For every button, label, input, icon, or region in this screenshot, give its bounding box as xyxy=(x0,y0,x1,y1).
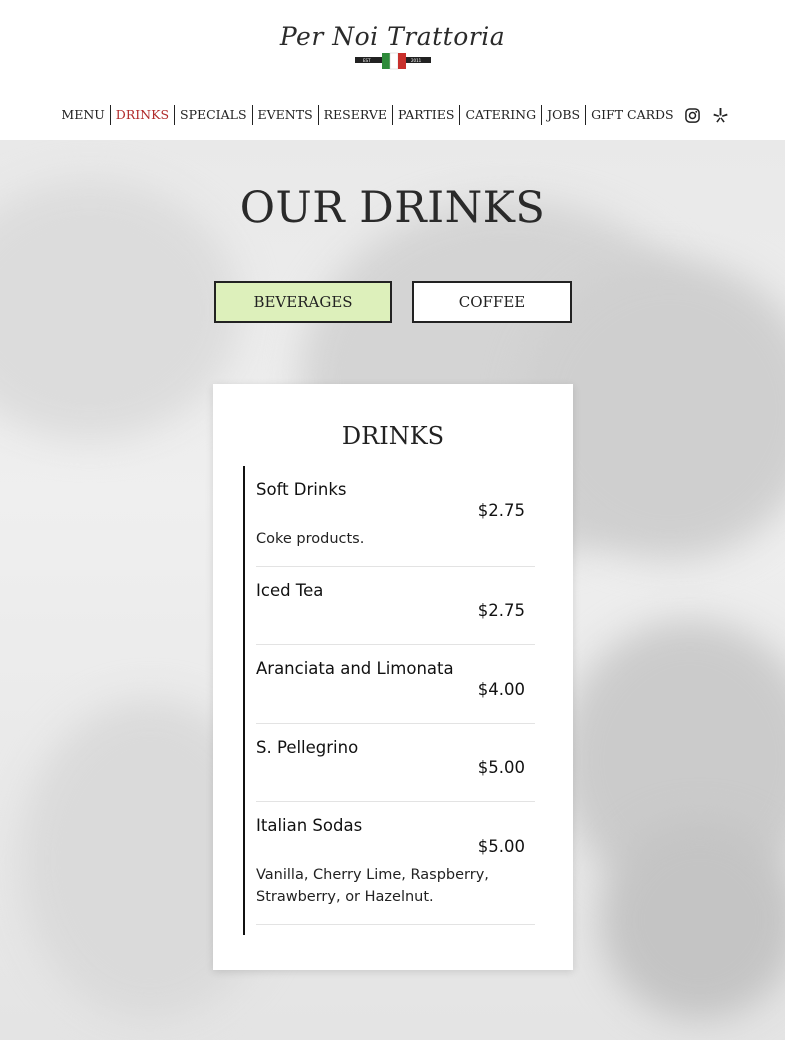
nav-item-catering[interactable]: CATERING xyxy=(460,105,543,125)
main-nav: MENU DRINKS SPECIALS EVENTS RESERVE PART… xyxy=(0,103,785,127)
nav-item-reserve[interactable]: RESERVE xyxy=(319,105,393,125)
nav-item-gift-cards[interactable]: GIFT CARDS xyxy=(586,105,679,125)
menu-item: Soft Drinks $2.75 Coke products. xyxy=(256,466,535,567)
nav-item-parties[interactable]: PARTIES xyxy=(393,105,461,125)
menu-item-price: $5.00 xyxy=(477,758,525,777)
logo-text: Per Noi Trattoria xyxy=(279,22,506,51)
nav-item-events[interactable]: EVENTS xyxy=(253,105,319,125)
menu-item-price: $5.00 xyxy=(477,837,525,856)
tab-beverages[interactable]: BEVERAGES xyxy=(214,281,392,323)
menu-list: Soft Drinks $2.75 Coke products. Iced Te… xyxy=(243,466,535,935)
tab-coffee[interactable]: COFFEE xyxy=(412,281,572,323)
logo[interactable]: Per Noi Trattoria xyxy=(0,22,785,51)
menu-item: Aranciata and Limonata $4.00 xyxy=(256,645,535,724)
flag-right-text: 2011 xyxy=(411,58,422,63)
flag-left-text: EST xyxy=(363,58,371,63)
menu-item-description: Vanilla, Cherry Lime, Raspberry, Strawbe… xyxy=(256,867,489,905)
italian-flag-badge: EST 2011 xyxy=(355,52,431,70)
nav-item-jobs[interactable]: JOBS xyxy=(542,105,587,125)
menu-item-name: Italian Sodas xyxy=(256,816,363,835)
menu-item-name: Iced Tea xyxy=(256,581,324,600)
menu-item: Italian Sodas $5.00 Vanilla, Cherry Lime… xyxy=(256,802,535,925)
menu-item-price: $2.75 xyxy=(477,501,525,520)
site-header: Per Noi Trattoria EST 2011 MENU DRINKS S… xyxy=(0,0,785,140)
menu-item: Iced Tea $2.75 xyxy=(256,567,535,645)
menu-item: S. Pellegrino $5.00 xyxy=(256,724,535,802)
menu-card: DRINKS Soft Drinks $2.75 Coke products. … xyxy=(213,384,573,970)
menu-item-name: S. Pellegrino xyxy=(256,738,359,757)
nav-item-menu[interactable]: MENU xyxy=(56,105,111,125)
instagram-icon[interactable] xyxy=(685,107,701,123)
menu-item-name: Soft Drinks xyxy=(256,480,347,499)
nav-item-specials[interactable]: SPECIALS xyxy=(175,105,253,125)
menu-item-price: $4.00 xyxy=(477,680,525,699)
nav-item-drinks[interactable]: DRINKS xyxy=(111,105,176,125)
menu-item-name: Aranciata and Limonata xyxy=(256,659,454,678)
menu-item-description: Coke products. xyxy=(256,531,365,547)
yelp-icon[interactable] xyxy=(713,107,729,123)
menu-section-title: DRINKS xyxy=(341,422,445,450)
menu-item-price: $2.75 xyxy=(477,601,525,620)
page-title: OUR DRINKS xyxy=(239,183,546,233)
